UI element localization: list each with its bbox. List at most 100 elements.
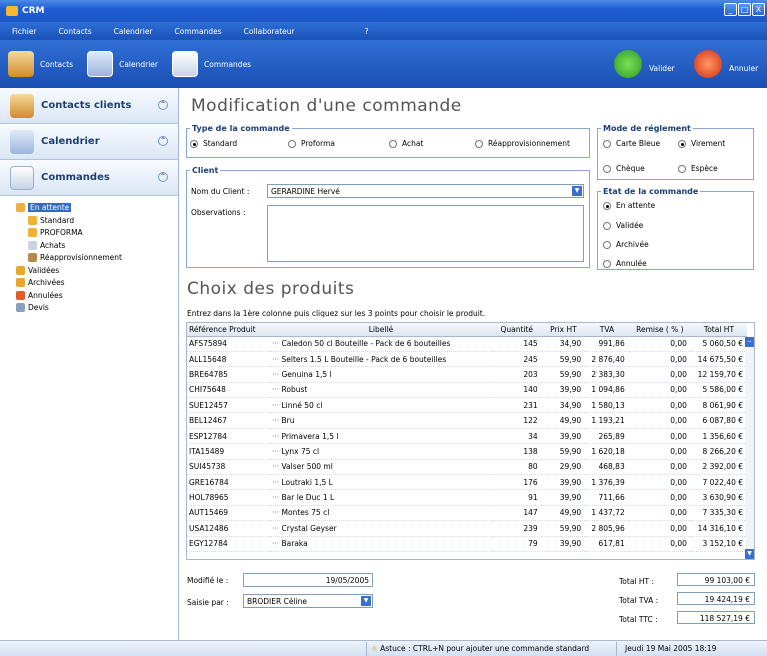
table-row[interactable]: BRE64785 ··· Genuina 1,5 l 203 59,90 2 383,3… [187, 366, 747, 383]
radio-etat-annulee[interactable]: Annulée [603, 259, 647, 268]
table-cell[interactable]: SUI45738 [187, 459, 270, 476]
table-cell[interactable]: ALL15648 [187, 351, 270, 368]
modified-date-field[interactable]: 19/05/2005 [243, 573, 373, 587]
table-cell[interactable]: 0,00 [628, 505, 691, 522]
tree-item-proforma[interactable]: PROFORMA [16, 227, 178, 238]
ellipsis-button[interactable]: ··· [272, 339, 282, 348]
table-cell[interactable]: 0,00 [628, 412, 691, 429]
table-cell[interactable]: 3 152,10 € [690, 536, 747, 552]
radio-etat-attente[interactable]: En attente [603, 201, 655, 210]
table-cell[interactable]: 34,90 [541, 336, 586, 352]
table-cell[interactable]: 1 437,72 [585, 505, 629, 522]
table-cell[interactable] [187, 551, 270, 559]
ellipsis-button[interactable]: ··· [272, 385, 282, 394]
maximize-button[interactable]: □ [738, 3, 751, 16]
radio-etat-validee[interactable]: Validée [603, 221, 643, 230]
table-cell[interactable]: 0,00 [628, 397, 691, 414]
table-cell[interactable]: BEL12467 [187, 412, 270, 429]
radio-type-achat[interactable]: Achat [389, 139, 423, 148]
table-cell[interactable]: 2 805,96 [585, 520, 629, 537]
table-cell[interactable]: 0,00 [628, 520, 691, 537]
table-cell[interactable]: 2 876,40 [585, 351, 629, 368]
table-cell[interactable] [269, 551, 492, 559]
table-cell[interactable] [628, 551, 691, 559]
table-cell[interactable]: 8 061,90 € [690, 397, 747, 414]
table-cell[interactable]: ··· Genuina 1,5 l [269, 366, 492, 383]
table-cell[interactable]: 711,66 [585, 489, 629, 506]
chevron-down-icon[interactable]: ▼ [572, 186, 582, 196]
table-cell[interactable]: 49,90 [541, 412, 586, 429]
ellipsis-button[interactable]: ··· [272, 508, 282, 517]
table-cell[interactable]: ITA15489 [187, 443, 270, 460]
table-row[interactable]: BEL12467 ··· Bru 122 49,90 1 193,21 0,00 6 087… [187, 412, 747, 429]
table-cell[interactable]: ESP12784 [187, 428, 270, 445]
table-cell[interactable]: 0,00 [628, 459, 691, 476]
table-cell[interactable]: 49,90 [541, 505, 586, 522]
col-libelle[interactable]: Libellé [269, 323, 492, 337]
observations-textarea[interactable] [267, 205, 584, 262]
toolbar-contacts-button[interactable]: Contacts [8, 51, 73, 77]
menu-commandes[interactable]: Commandes [175, 27, 222, 36]
table-cell[interactable]: 6 087,80 € [690, 412, 747, 429]
table-row[interactable]: ESP12784 ··· Primavera 1,5 l 34 39,90 265,89… [187, 428, 747, 445]
table-cell[interactable]: CHI75648 [187, 382, 270, 399]
table-cell[interactable]: BRE64785 [187, 366, 270, 383]
table-cell[interactable]: 0,00 [628, 382, 691, 399]
table-cell[interactable]: 7 022,40 € [690, 474, 747, 491]
close-button[interactable]: X [752, 3, 765, 16]
table-cell[interactable]: 59,90 [541, 520, 586, 537]
validate-check-icon[interactable] [614, 50, 642, 78]
toolbar-commandes-button[interactable]: Commandes [172, 51, 251, 77]
table-row[interactable]: EGY12784 ··· Baraka 79 39,90 617,81 0,00 3 152… [187, 536, 747, 552]
saisie-select[interactable]: BRODIER Céline ▼ [243, 594, 373, 608]
collapse-chevron-icon[interactable]: ^ [158, 100, 168, 110]
menu-help[interactable]: ? [365, 27, 369, 36]
ellipsis-button[interactable]: ··· [272, 493, 282, 502]
table-cell[interactable] [491, 551, 542, 559]
sidebar-section-calendrier[interactable]: Calendrier ^ [0, 124, 178, 160]
tree-item-archivees[interactable]: Archivées [16, 277, 178, 288]
table-cell[interactable]: 122 [491, 412, 542, 429]
table-row[interactable]: SUI45738 ··· Valser 500 ml 80 29,90 468,83 0,… [187, 459, 747, 476]
table-row[interactable]: ALL15648 ··· Selters 1.5 L Bouteille - Pa… [187, 351, 747, 368]
col-remise[interactable]: Remise ( % ) [628, 323, 691, 337]
table-cell[interactable]: 0,00 [628, 428, 691, 445]
table-cell[interactable]: 14 316,10 € [690, 520, 747, 537]
ellipsis-button[interactable]: ··· [272, 524, 282, 533]
radio-etat-archivee[interactable]: Archivée [603, 240, 649, 249]
table-cell[interactable]: 239 [491, 520, 542, 537]
table-cell[interactable]: ··· Lynx 75 cl [269, 443, 492, 460]
table-cell[interactable]: 39,90 [541, 382, 586, 399]
table-cell[interactable]: 2 383,30 [585, 366, 629, 383]
table-cell[interactable]: 80 [491, 459, 542, 476]
table-cell[interactable]: 59,90 [541, 351, 586, 368]
table-cell[interactable]: ··· Linné 50 cl [269, 397, 492, 414]
table-cell[interactable] [690, 551, 747, 559]
table-cell[interactable]: 265,89 [585, 428, 629, 445]
minimize-button[interactable]: _ [724, 3, 737, 16]
table-cell[interactable]: 1 580,13 [585, 397, 629, 414]
table-cell[interactable]: ··· Bar le Duc 1 L [269, 489, 492, 506]
ellipsis-button[interactable]: ··· [272, 478, 282, 487]
cancel-arrow-icon[interactable] [694, 50, 722, 78]
table-cell[interactable]: GRE16784 [187, 474, 270, 491]
radio-mode-carte[interactable]: Carte Bleue [603, 139, 660, 148]
table-cell[interactable]: EGY12784 [187, 536, 270, 552]
radio-mode-espece[interactable]: Espèce [678, 164, 718, 173]
collapse-chevron-icon[interactable]: ^ [158, 172, 168, 182]
table-cell[interactable]: 7 335,30 € [690, 505, 747, 522]
menu-collaborateur[interactable]: Collaborateur [244, 27, 295, 36]
tree-item-validees[interactable]: Validées [16, 265, 178, 276]
table-row[interactable]: USA12486 ··· Crystal Geyser 239 59,90 2 805,… [187, 520, 747, 537]
table-cell[interactable]: ··· Caledon 50 cl Bouteille - Pack de 6 … [269, 336, 492, 352]
scroll-down-icon[interactable]: ▼ [745, 549, 754, 559]
table-cell[interactable]: 0,00 [628, 336, 691, 352]
tree-item-annulees[interactable]: Annulées [16, 290, 178, 301]
table-cell[interactable]: 1 620,18 [585, 443, 629, 460]
table-cell[interactable]: 231 [491, 397, 542, 414]
table-cell[interactable]: 29,90 [541, 459, 586, 476]
radio-type-standard[interactable]: Standard [190, 139, 237, 148]
table-cell[interactable]: 34 [491, 428, 542, 445]
table-cell[interactable]: USA12486 [187, 520, 270, 537]
ellipsis-button[interactable]: ··· [272, 539, 282, 548]
